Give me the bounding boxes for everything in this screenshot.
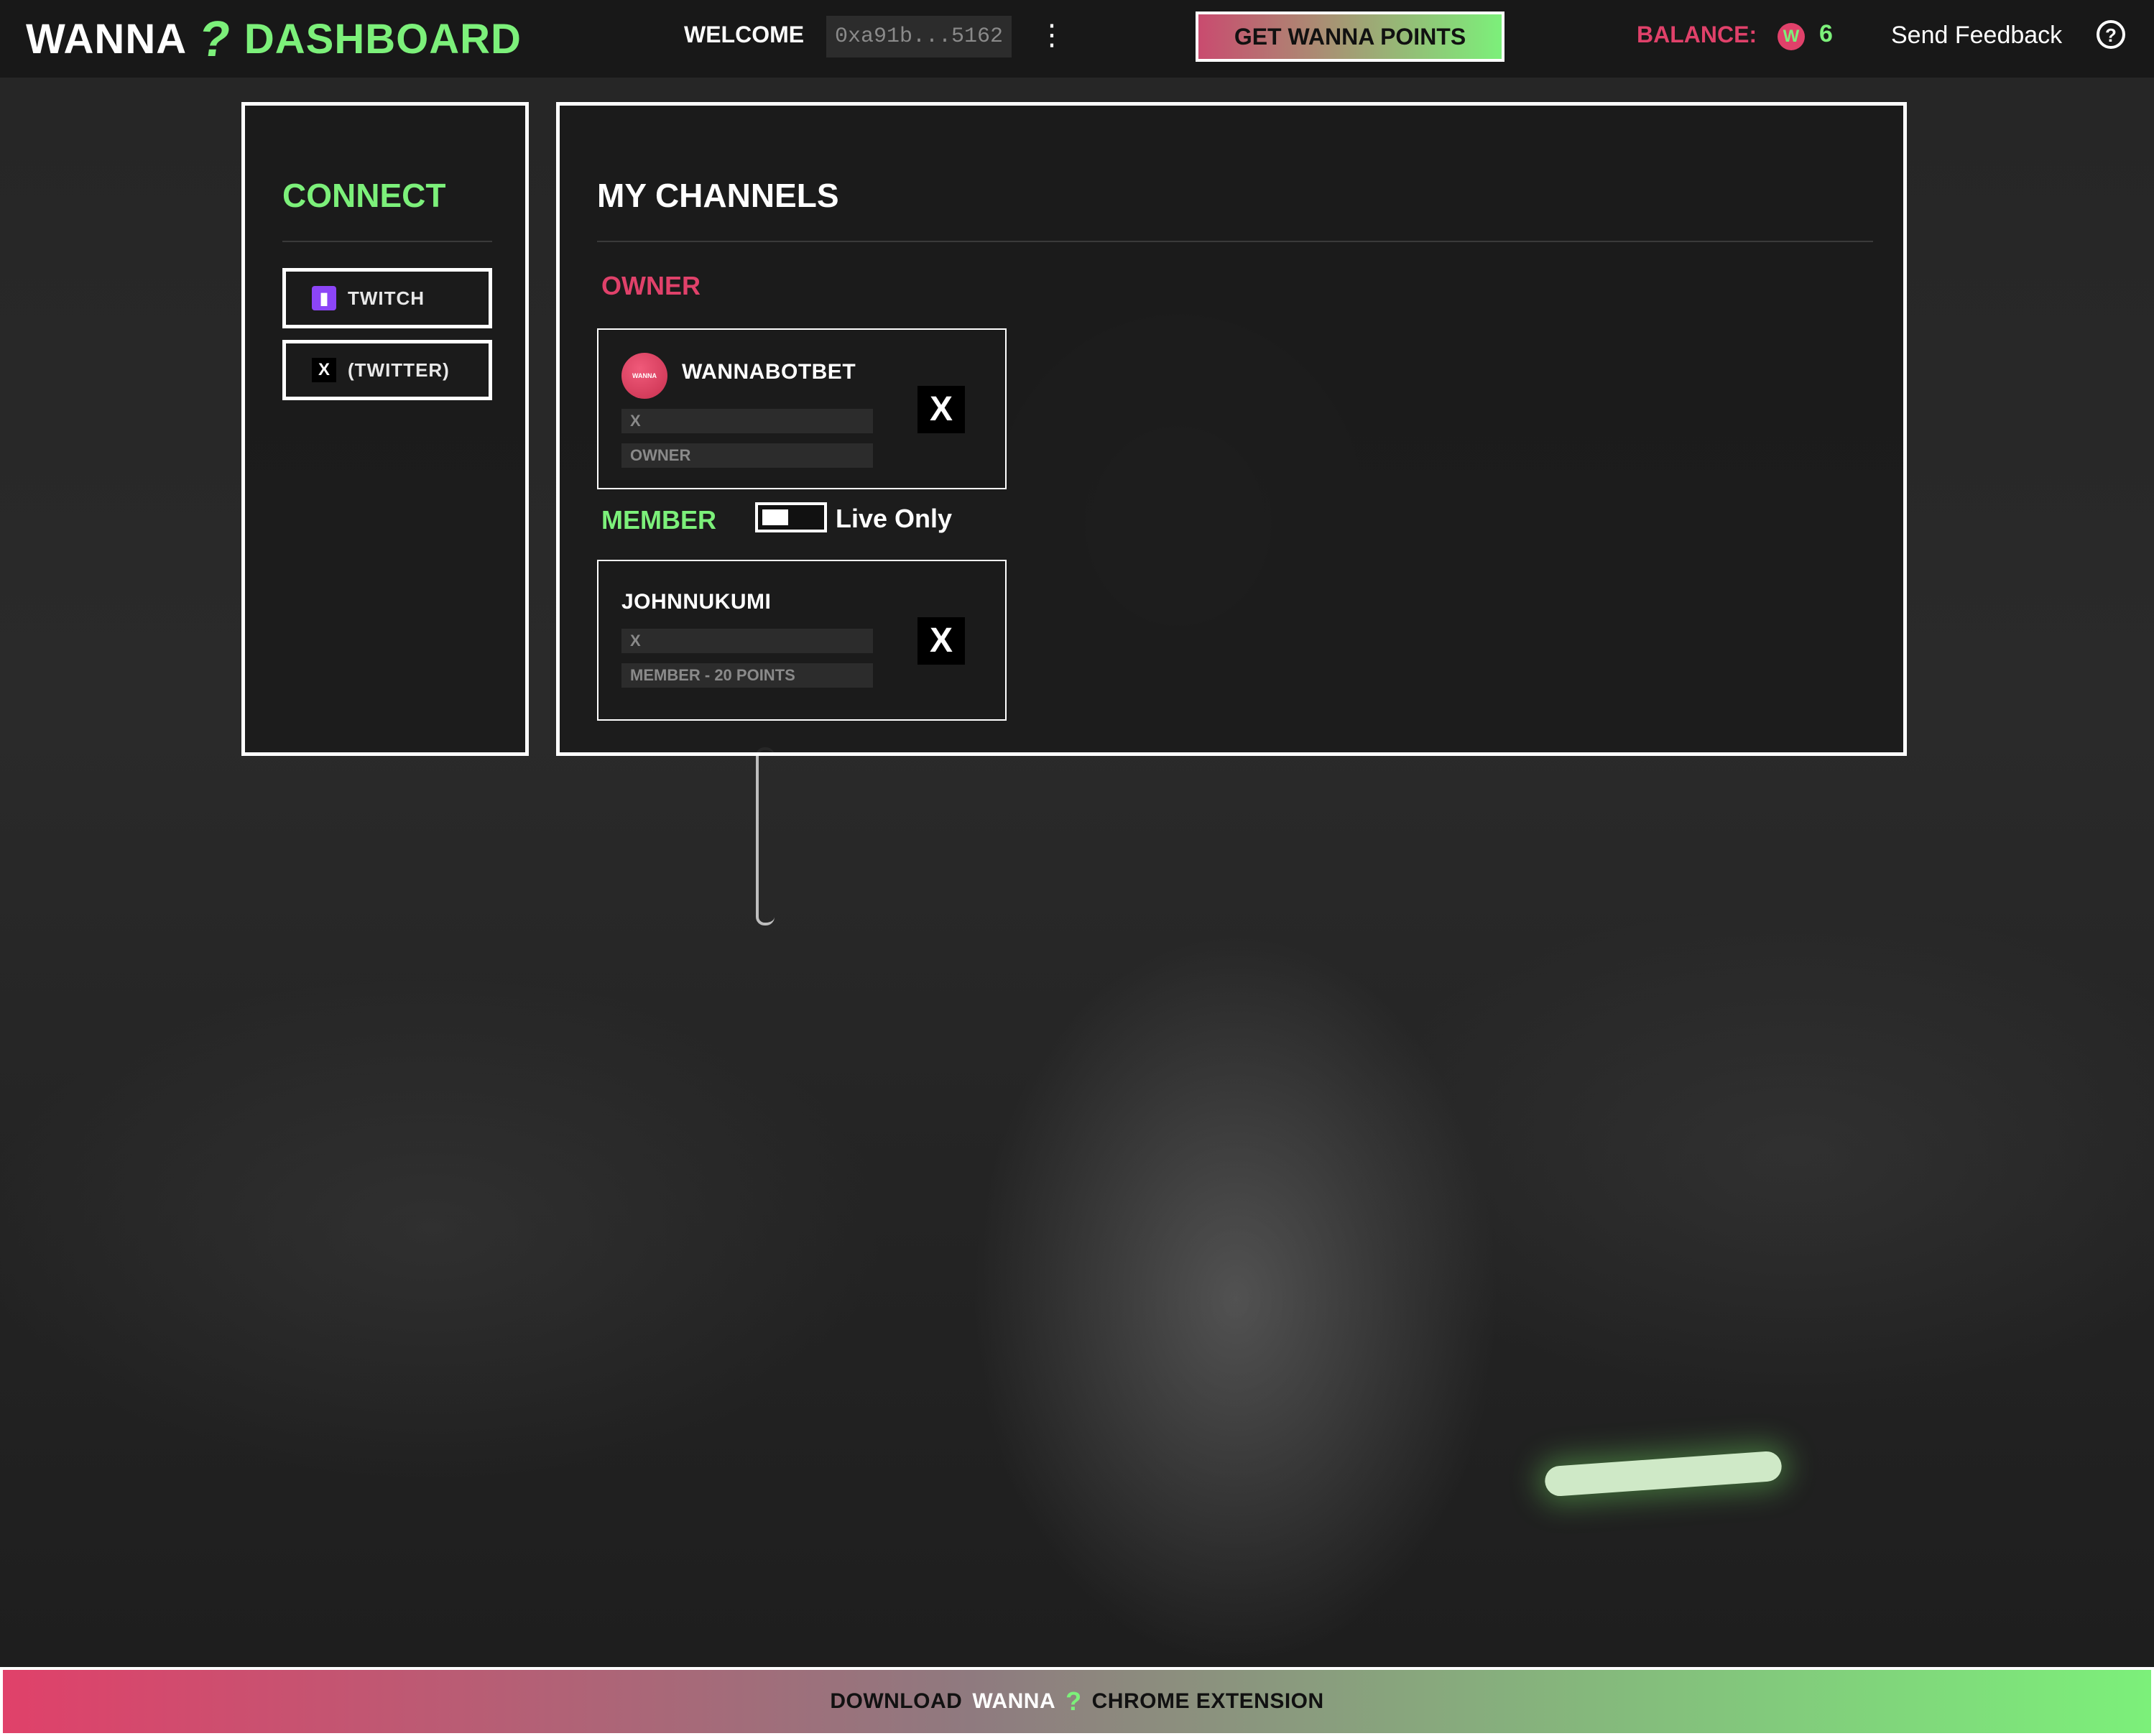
logo-dashboard-text: DASHBOARD xyxy=(244,15,522,63)
balance-value: 6 xyxy=(1819,20,1833,47)
live-only-toggle[interactable] xyxy=(755,502,827,532)
connect-title: CONNECT xyxy=(282,177,446,214)
member-heading: MEMBER xyxy=(601,505,716,535)
wanna-mark-icon: ? xyxy=(1066,1686,1082,1716)
channel-name: JOHNNUKUMI xyxy=(621,590,772,614)
background-earring xyxy=(756,747,775,925)
help-icon[interactable]: ? xyxy=(2097,20,2125,49)
channel-role-tag: OWNER xyxy=(621,443,873,468)
connect-button-label: (TWITTER) xyxy=(348,359,450,381)
channel-role-tag: MEMBER - 20 POINTS xyxy=(621,663,873,688)
logo-mark-icon: ? xyxy=(195,11,236,67)
twitch-icon: ▮ xyxy=(312,286,336,310)
banner-suffix: CHROME EXTENSION xyxy=(1091,1689,1324,1713)
my-channels-title: MY CHANNELS xyxy=(597,177,839,214)
avatar: WANNA xyxy=(621,353,667,399)
kebab-menu-icon[interactable]: ⋮ xyxy=(1037,17,1066,53)
divider xyxy=(282,241,492,242)
channel-platform-tag: X xyxy=(621,629,873,653)
channel-platform-tag: X xyxy=(621,409,873,433)
wanna-coin-icon: W xyxy=(1778,23,1805,50)
channel-card-owner[interactable]: WANNA WANNABOTBET X OWNER X xyxy=(597,328,1007,489)
wallet-address[interactable]: 0xa91b...5162 xyxy=(826,16,1012,57)
balance-label: BALANCE: xyxy=(1637,22,1757,47)
toggle-knob xyxy=(762,509,788,525)
owner-heading: OWNER xyxy=(601,271,701,300)
x-icon[interactable]: X xyxy=(917,386,965,433)
x-icon[interactable]: X xyxy=(917,617,965,665)
connect-panel: CONNECT ▮ TWITCH X (TWITTER) xyxy=(241,102,529,756)
banner-prefix: DOWNLOAD xyxy=(830,1689,963,1713)
connect-twitch-button[interactable]: ▮ TWITCH xyxy=(282,268,492,328)
logo-word: WANNA xyxy=(26,15,188,63)
connect-twitter-button[interactable]: X (TWITTER) xyxy=(282,340,492,400)
send-feedback-link[interactable]: Send Feedback xyxy=(1891,22,2062,50)
logo[interactable]: WANNA ? DASHBOARD xyxy=(26,10,522,68)
channel-name: WANNABOTBET xyxy=(682,360,856,384)
get-wanna-points-button[interactable]: GET WANNA POINTS xyxy=(1196,11,1504,62)
channel-card-member[interactable]: JOHNNUKUMI X MEMBER - 20 POINTS X xyxy=(597,560,1007,721)
connect-button-label: TWITCH xyxy=(348,287,425,309)
divider xyxy=(597,241,1873,242)
welcome-label: WELCOME xyxy=(684,22,805,47)
top-bar: WANNA ? DASHBOARD WELCOME 0xa91b...5162 … xyxy=(0,0,2154,78)
banner-brand: WANNA xyxy=(972,1689,1056,1713)
live-only-label: Live Only xyxy=(836,504,953,533)
x-icon: X xyxy=(312,358,336,382)
download-extension-banner[interactable]: DOWNLOAD WANNA ? CHROME EXTENSION xyxy=(0,1667,2154,1736)
my-channels-panel: MY CHANNELS OWNER WANNA WANNABOTBET X OW… xyxy=(556,102,1907,756)
